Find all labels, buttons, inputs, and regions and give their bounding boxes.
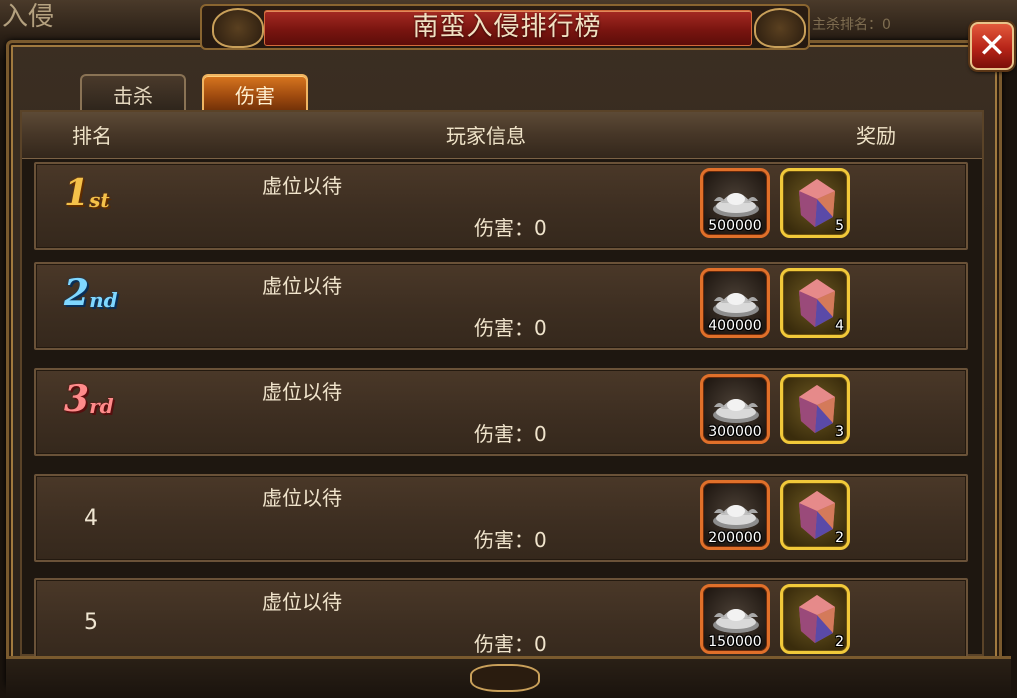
silver-amount: 400000: [708, 318, 762, 334]
silver-ingot-icon: [711, 179, 761, 219]
damage-value: 伤害：0: [474, 316, 547, 340]
rank-suffix: rd: [89, 394, 114, 418]
gem-amount: 4: [835, 318, 844, 334]
rank-number: 2: [64, 272, 90, 314]
rank-number: 5: [84, 610, 98, 635]
silver-ingot-icon: [711, 595, 761, 635]
header-reward: 奖励: [856, 124, 896, 148]
player-name: 虚位以待: [262, 590, 342, 614]
bottom-ornament-icon: [470, 664, 540, 692]
gem-amount: 2: [835, 530, 844, 546]
silver-ingot-icon: [711, 279, 761, 319]
table-row: 2nd 虚位以待伤害：0 400000 4: [34, 262, 968, 350]
gem-crystal-icon: [795, 489, 839, 541]
table-row: 1st 虚位以待伤害：0 500000 5: [34, 162, 968, 250]
close-button[interactable]: ✕: [970, 22, 1014, 70]
reward-gem[interactable]: 4: [780, 268, 850, 338]
reward-silver[interactable]: 300000: [700, 374, 770, 444]
silver-amount: 300000: [708, 424, 762, 440]
gem-amount: 2: [835, 634, 844, 650]
damage-value: 伤害：0: [474, 422, 547, 446]
gem-crystal-icon: [795, 277, 839, 329]
silver-ingot-icon: [711, 491, 761, 531]
left-ornament-icon: [212, 8, 264, 48]
damage-value: 伤害：0: [474, 632, 547, 656]
rank-badge: 1st: [64, 172, 110, 214]
table-row: 5 虚位以待伤害：0 150000 2: [34, 578, 968, 666]
rank-number: 3: [64, 378, 90, 420]
right-ornament-icon: [754, 8, 806, 48]
reward-gem[interactable]: 2: [780, 584, 850, 654]
silver-ingot-icon: [711, 385, 761, 425]
player-name: 虚位以待: [262, 380, 342, 404]
reward-gem[interactable]: 3: [780, 374, 850, 444]
silver-amount: 200000: [708, 530, 762, 546]
reward-gem[interactable]: 5: [780, 168, 850, 238]
tab-damage[interactable]: 伤害: [202, 74, 308, 112]
reward-silver[interactable]: 150000: [700, 584, 770, 654]
gem-amount: 5: [835, 218, 844, 234]
damage-value: 伤害：0: [474, 528, 547, 552]
gem-crystal-icon: [795, 593, 839, 645]
header-rank: 排名: [72, 124, 112, 148]
rank-badge: 3rd: [64, 378, 114, 420]
background-title: 入侵: [2, 2, 55, 32]
gem-crystal-icon: [795, 177, 839, 229]
silver-amount: 500000: [708, 218, 762, 234]
reward-silver[interactable]: 400000: [700, 268, 770, 338]
reward-gem[interactable]: 2: [780, 480, 850, 550]
rank-suffix: nd: [89, 288, 118, 312]
gem-amount: 3: [835, 424, 844, 440]
header-player-info: 玩家信息: [446, 124, 526, 148]
rank-number: 1: [64, 172, 90, 214]
damage-value: 伤害：0: [474, 216, 547, 240]
table-row: 4 虚位以待伤害：0 200000 2: [34, 474, 968, 562]
rank-badge: 2nd: [64, 272, 118, 314]
reward-silver[interactable]: 500000: [700, 168, 770, 238]
background-hint: 主杀排名：0: [812, 17, 891, 33]
tab-kill[interactable]: 击杀: [80, 74, 186, 112]
player-name: 虚位以待: [262, 486, 342, 510]
player-name: 虚位以待: [262, 174, 342, 198]
gem-crystal-icon: [795, 383, 839, 435]
reward-silver[interactable]: 200000: [700, 480, 770, 550]
window-title: 南蛮入侵排行榜: [412, 12, 602, 42]
close-icon: ✕: [977, 26, 1007, 66]
silver-amount: 150000: [708, 634, 762, 650]
rank-number: 4: [84, 506, 98, 531]
table-row: 3rd 虚位以待 伤害：0 300000 3: [34, 368, 968, 456]
player-name: 虚位以待: [262, 274, 342, 298]
rank-suffix: st: [89, 188, 110, 212]
